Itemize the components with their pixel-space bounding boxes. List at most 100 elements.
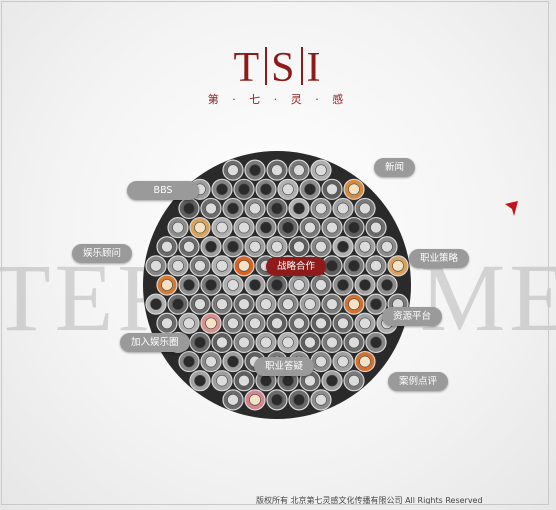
pipe-circle: [178, 350, 200, 373]
pipe-circle: [288, 236, 310, 258]
pipe-circle: [255, 178, 277, 200]
pipe-circle: [288, 312, 310, 334]
pipe-circle: [376, 236, 398, 258]
pipe-circle: [233, 370, 255, 392]
pipe-circle: [266, 236, 288, 258]
pipe-circle: [310, 350, 332, 373]
pipe-circle: [354, 312, 376, 334]
pipe-circle: [310, 236, 332, 258]
pipe-circle: [222, 350, 244, 373]
pipe-circle: [222, 389, 244, 411]
pipe-circle: [354, 350, 376, 373]
pipe-circle: [310, 312, 332, 334]
pipe-circle: [178, 197, 200, 220]
pipe-circle: [145, 255, 167, 277]
pipe-circle: [233, 178, 255, 200]
nav-join-entertainment-button[interactable]: 加入娱乐圈: [120, 333, 190, 352]
pipe-circle: [145, 293, 167, 315]
pipe-circle: [343, 331, 365, 354]
pipe-circle: [299, 293, 321, 315]
pipe-circle: [244, 274, 266, 296]
pipe-circle: [189, 216, 211, 239]
pipe-circle: [365, 216, 387, 239]
pipe-circle: [211, 178, 233, 200]
pipe-circle: [332, 236, 354, 258]
pipe-circle: [178, 236, 200, 258]
nav-news-button[interactable]: 新闻: [374, 158, 416, 177]
pipe-circle: [343, 178, 365, 200]
pipe-circle: [255, 293, 277, 315]
pipe-circle: [211, 216, 233, 239]
pipe-circle: [266, 197, 288, 220]
pipe-circle: [211, 293, 233, 315]
pipe-circle: [332, 274, 354, 296]
pipe-circle: [189, 370, 211, 392]
pipe-circle: [354, 197, 376, 220]
pipe-circle: [332, 197, 354, 220]
pipe-circle: [189, 255, 211, 277]
pipe-circle: [211, 255, 233, 277]
pipe-circle: [222, 312, 244, 334]
pipe-circle: [200, 197, 222, 220]
nav-career-qa-button[interactable]: 职业答疑: [254, 357, 315, 376]
pipe-circle: [167, 216, 189, 239]
pipe-circle: [200, 236, 222, 258]
pipe-circle: [365, 331, 387, 354]
pipe-circle: [387, 255, 409, 277]
pipe-circle: [310, 274, 332, 296]
pipe-circle: [332, 312, 354, 334]
pipe-circle: [277, 293, 299, 315]
pipe-circle: [178, 312, 200, 334]
pipe-circle: [244, 236, 266, 258]
pipe-circle: [200, 274, 222, 296]
nav-career-planning-button[interactable]: 职业策略: [409, 249, 470, 268]
pipe-circle: [233, 293, 255, 315]
nav-resource-platform-button[interactable]: 资源平台: [382, 307, 443, 326]
pipe-circle: [266, 159, 288, 181]
pipe-circle: [244, 197, 266, 220]
pipe-circle: [299, 178, 321, 200]
pipe-circle: [266, 274, 288, 296]
pipe-circle: [321, 216, 343, 239]
pipe-circle: [178, 274, 200, 296]
pipe-circle: [211, 370, 233, 392]
pipe-circle: [288, 274, 310, 296]
pipe-circle: [332, 350, 354, 373]
pipe-circle: [266, 389, 288, 411]
nav-strategic-cooperation-button[interactable]: 战略合作: [266, 257, 327, 276]
pipe-circle: [299, 331, 321, 354]
footer-copyright: 版权所有 北京第七灵感文化传播有限公司 All Rights Reserved: [256, 496, 483, 505]
pipe-circle: [255, 331, 277, 354]
pipe-circle: [288, 197, 310, 220]
pipe-circle: [277, 178, 299, 200]
pipe-circle: [299, 216, 321, 239]
pipe-circle: [222, 274, 244, 296]
pipe-circle: [321, 331, 343, 354]
pipe-circle: [222, 236, 244, 258]
pipe-circle: [310, 389, 332, 411]
pipe-circle: [266, 312, 288, 334]
nav-entertainment-consultant-button[interactable]: 娱乐顾问: [72, 244, 133, 263]
pipe-circle: [321, 178, 343, 200]
pipe-circle: [244, 312, 266, 334]
nav-bbs-button[interactable]: BBS: [127, 181, 199, 200]
pipe-circle: [354, 236, 376, 258]
pipe-circle: [343, 255, 365, 277]
pipe-circle: [189, 293, 211, 315]
pipe-circle: [156, 274, 178, 296]
pipe-circle: [321, 370, 343, 392]
pipe-circle: [277, 216, 299, 239]
pipe-circle: [156, 312, 178, 334]
pipe-circle: [244, 389, 266, 411]
pipe-circle: [222, 159, 244, 181]
pipe-circle: [233, 255, 255, 277]
pipe-circle: [376, 274, 398, 296]
pipe-circle: [310, 159, 332, 181]
pipe-circle: [244, 159, 266, 181]
pipe-circle: [288, 159, 310, 181]
page: TER ME TSI 第 · 七 · 灵 · 感 新闻 BBS 娱乐顾问 战略合…: [0, 0, 556, 510]
nav-case-review-button[interactable]: 案例点评: [388, 372, 449, 391]
pipe-circle: [233, 331, 255, 354]
pipe-circle: [310, 197, 332, 220]
pipe-circle: [167, 255, 189, 277]
